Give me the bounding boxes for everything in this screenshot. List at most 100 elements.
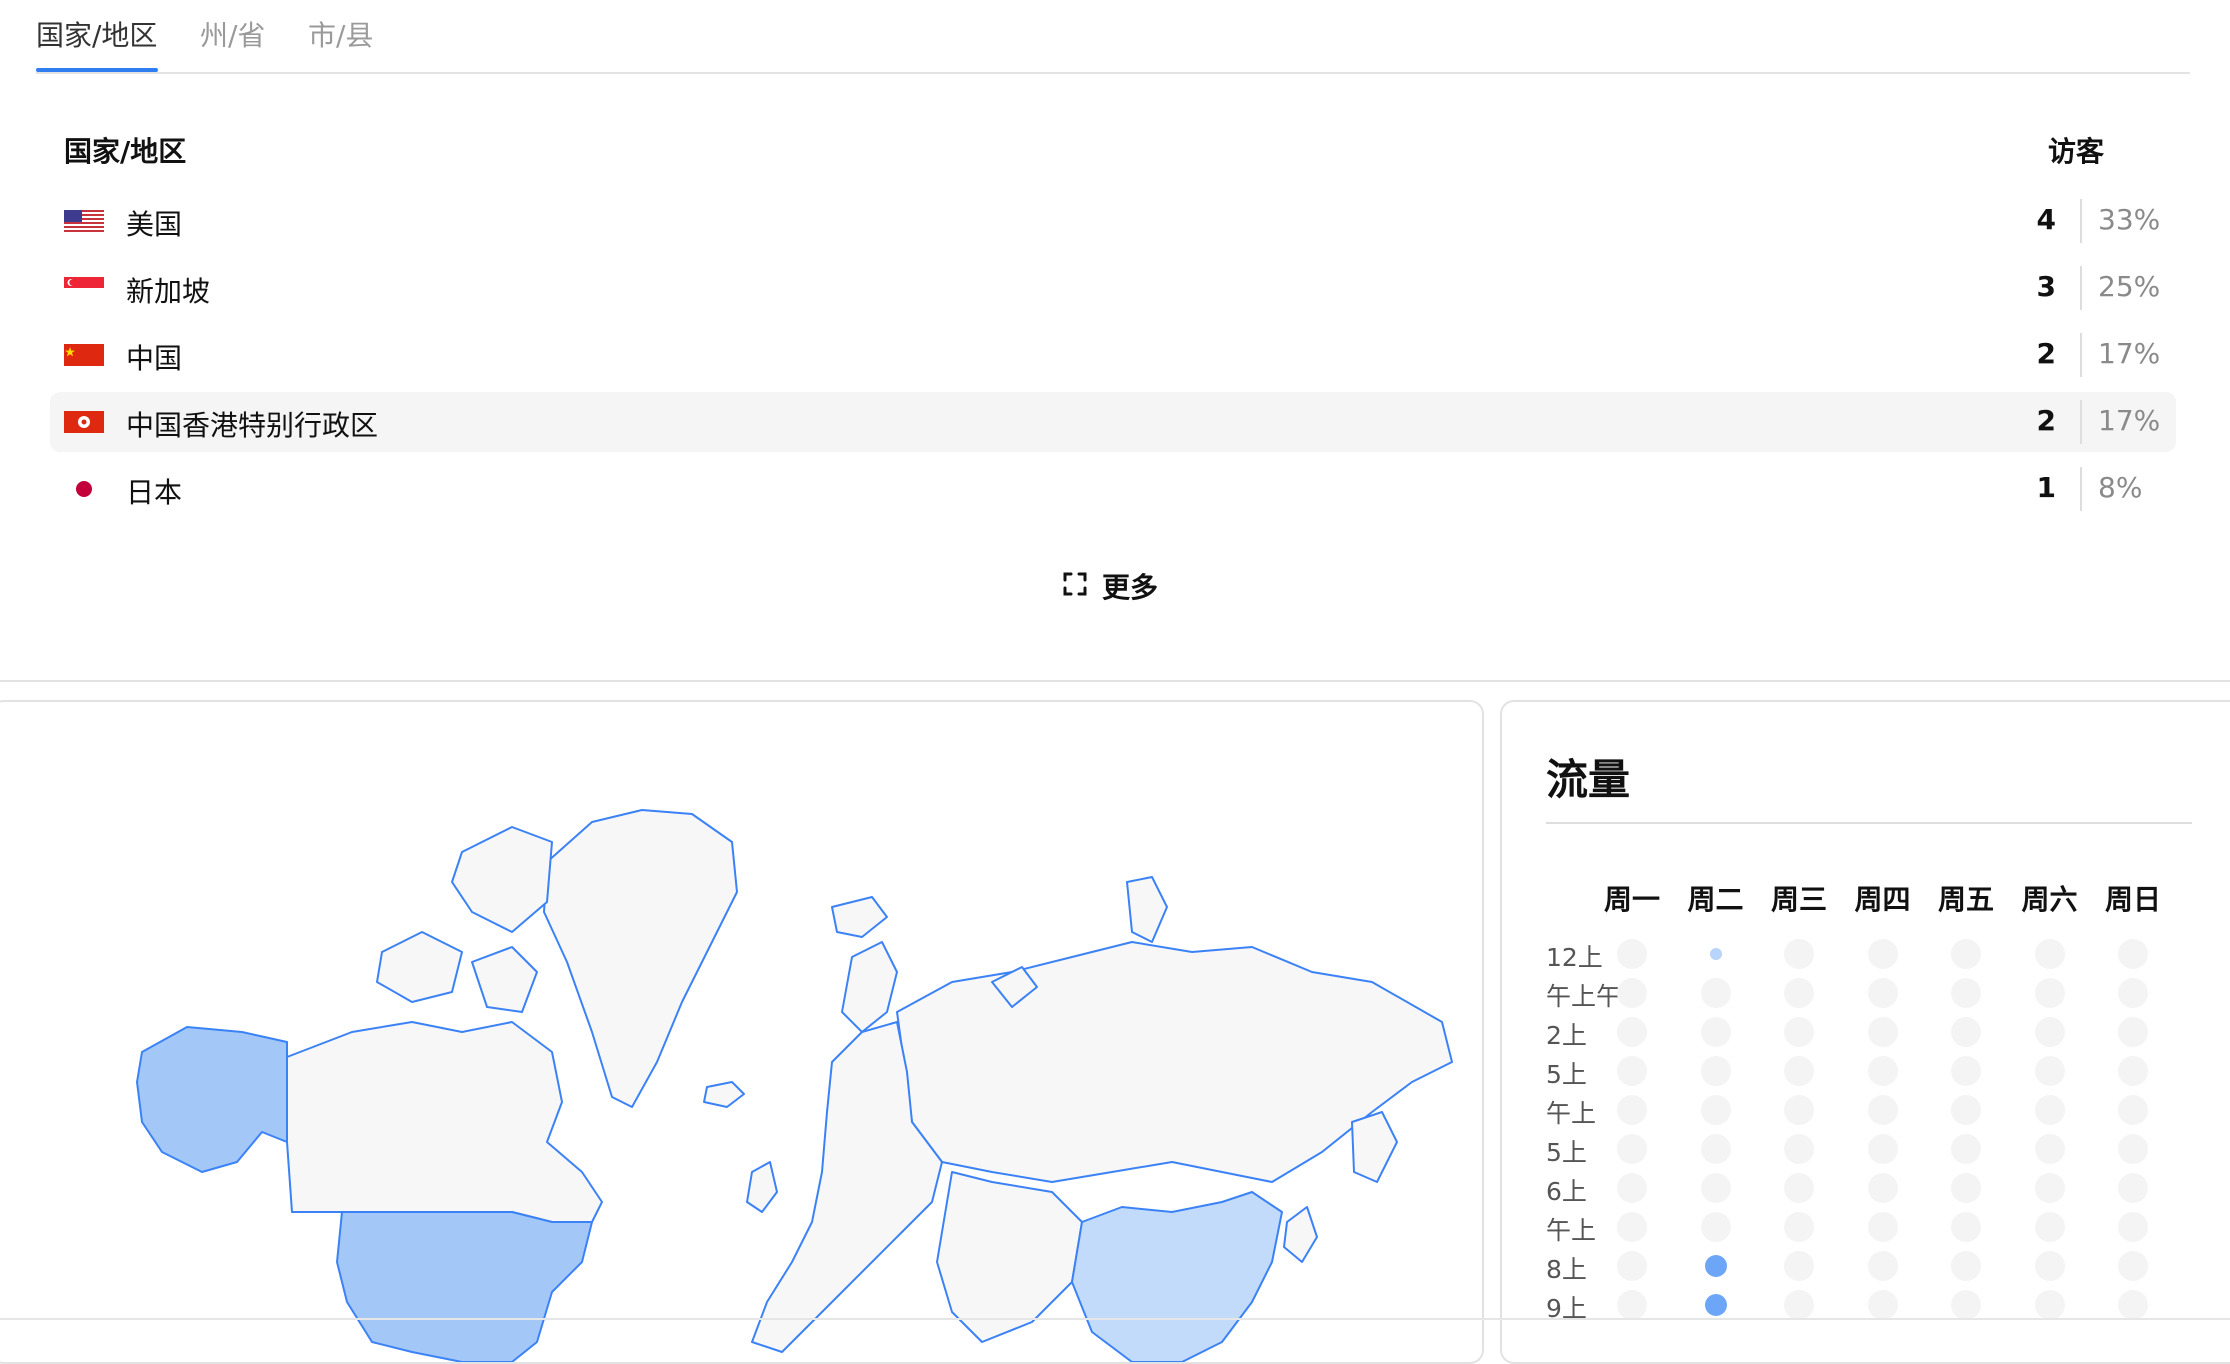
hour-label: 12上 [1546, 943, 1603, 972]
traffic-cell[interactable] [1784, 939, 1814, 969]
traffic-cell-active[interactable] [1709, 948, 1722, 960]
traffic-cell[interactable] [2118, 939, 2148, 969]
traffic-cell[interactable] [1951, 1173, 1981, 1203]
traffic-cell[interactable] [1867, 1056, 1898, 1086]
traffic-cell[interactable] [1700, 1134, 1731, 1164]
traffic-cell[interactable] [1700, 978, 1731, 1008]
traffic-cell[interactable] [2118, 1173, 2148, 1203]
traffic-cell[interactable] [2034, 1212, 2065, 1242]
traffic-cell[interactable] [1784, 1212, 1814, 1242]
day-label: 周日 [2104, 883, 2161, 916]
traffic-cell[interactable] [1700, 1095, 1731, 1125]
hour-label: 5上 [1546, 1138, 1587, 1167]
traffic-cell[interactable] [1951, 1290, 1981, 1320]
traffic-cell[interactable] [1951, 1095, 1981, 1125]
traffic-cell[interactable] [1867, 1095, 1898, 1125]
map-region-united-states [336, 1211, 593, 1362]
traffic-cell[interactable] [1784, 1017, 1814, 1047]
tab-state[interactable]: 州/省 [200, 14, 265, 70]
traffic-cell[interactable] [1951, 1251, 1981, 1281]
country-name: 美国 [126, 208, 183, 241]
traffic-cell[interactable] [1784, 1056, 1814, 1086]
traffic-cell[interactable] [1951, 978, 1981, 1008]
traffic-cell[interactable] [1617, 1212, 1647, 1242]
traffic-cell[interactable] [1867, 1251, 1898, 1281]
hk-flag-icon [64, 411, 104, 433]
traffic-cell[interactable] [2034, 1251, 2065, 1281]
traffic-cell[interactable] [1867, 978, 1898, 1008]
traffic-cell[interactable] [1951, 1212, 1981, 1242]
traffic-cell-active[interactable] [1704, 1255, 1727, 1277]
map-region-middle-east [936, 1171, 1083, 1343]
traffic-cell[interactable] [2034, 1056, 2065, 1086]
map-region-kamchatka [1351, 1111, 1398, 1183]
traffic-cell[interactable] [2034, 1290, 2065, 1320]
map-region-japan [1283, 1206, 1318, 1263]
traffic-cell[interactable] [1867, 939, 1898, 969]
traffic-cell[interactable] [1700, 1056, 1731, 1086]
table-row[interactable]: 日本 1 8% [50, 459, 2176, 519]
traffic-cell[interactable] [2118, 1095, 2148, 1125]
world-map-card [0, 700, 1484, 1364]
traffic-cell[interactable] [1951, 1056, 1981, 1086]
traffic-cell[interactable] [1617, 1251, 1647, 1281]
traffic-cell[interactable] [1700, 1017, 1731, 1047]
traffic-cell[interactable] [1951, 1134, 1981, 1164]
traffic-cell[interactable] [2034, 978, 2065, 1008]
map-region-canada-islands [451, 826, 553, 933]
map-region-china [1071, 1191, 1283, 1362]
traffic-cell[interactable] [1867, 1173, 1898, 1203]
hour-label: 午上 [1546, 1216, 1597, 1245]
traffic-cell-active[interactable] [1704, 1294, 1727, 1316]
country-name: 中国香港特别行政区 [126, 409, 379, 442]
traffic-cell[interactable] [1617, 939, 1647, 969]
cn-flag-icon [64, 344, 104, 366]
table-row[interactable]: 中国香港特别行政区 2 17% [50, 392, 2176, 452]
traffic-cell[interactable] [1867, 1017, 1898, 1047]
tab-country[interactable]: 国家/地区 [36, 14, 157, 70]
table-row[interactable]: 新加坡 3 25% [50, 258, 2176, 318]
traffic-cell[interactable] [2118, 1017, 2148, 1047]
traffic-cell[interactable] [1617, 1056, 1647, 1086]
more-button[interactable]: 更多 [1062, 566, 1158, 606]
traffic-cell[interactable] [1867, 1290, 1898, 1320]
traffic-cell[interactable] [2118, 1251, 2148, 1281]
traffic-cell[interactable] [2118, 1290, 2148, 1320]
traffic-cell[interactable] [1617, 1290, 1647, 1320]
traffic-cell[interactable] [1867, 1134, 1898, 1164]
traffic-cell[interactable] [1867, 1212, 1898, 1242]
traffic-cell[interactable] [1951, 1017, 1981, 1047]
map-region-alaska [136, 1026, 288, 1173]
traffic-cell[interactable] [2118, 1212, 2148, 1242]
world-map[interactable] [0, 702, 1482, 1362]
visitor-percent: 25% [2098, 270, 2161, 303]
country-name: 中国 [126, 342, 183, 375]
traffic-cell[interactable] [2034, 1134, 2065, 1164]
traffic-cell[interactable] [2034, 1173, 2065, 1203]
traffic-cell[interactable] [2034, 939, 2065, 969]
traffic-cell[interactable] [1617, 1173, 1647, 1203]
traffic-cell[interactable] [2034, 1017, 2065, 1047]
traffic-cell[interactable] [1617, 1017, 1647, 1047]
traffic-cell[interactable] [1784, 1095, 1814, 1125]
traffic-cell[interactable] [2118, 1134, 2148, 1164]
traffic-cell[interactable] [1784, 978, 1814, 1008]
traffic-cell[interactable] [1784, 1173, 1814, 1203]
traffic-cell[interactable] [1784, 1290, 1814, 1320]
traffic-cell[interactable] [1700, 1212, 1731, 1242]
traffic-cell[interactable] [1951, 939, 1981, 969]
table-row[interactable]: 中国 2 17% [50, 325, 2176, 385]
traffic-cell[interactable] [2034, 1095, 2065, 1125]
traffic-cell[interactable] [2118, 1056, 2148, 1086]
traffic-cell[interactable] [1617, 1095, 1647, 1125]
more-label: 更多 [1102, 571, 1159, 604]
traffic-cell[interactable] [1700, 1173, 1731, 1203]
traffic-cell[interactable] [1784, 1134, 1814, 1164]
tab-city[interactable]: 市/县 [308, 14, 373, 70]
traffic-cell[interactable] [1617, 978, 1647, 1008]
traffic-cell[interactable] [1617, 1134, 1647, 1164]
traffic-cell[interactable] [2118, 978, 2148, 1008]
traffic-cell[interactable] [1784, 1251, 1814, 1281]
active-tab-indicator [36, 68, 158, 72]
table-row[interactable]: 美国 4 33% [50, 191, 2176, 251]
